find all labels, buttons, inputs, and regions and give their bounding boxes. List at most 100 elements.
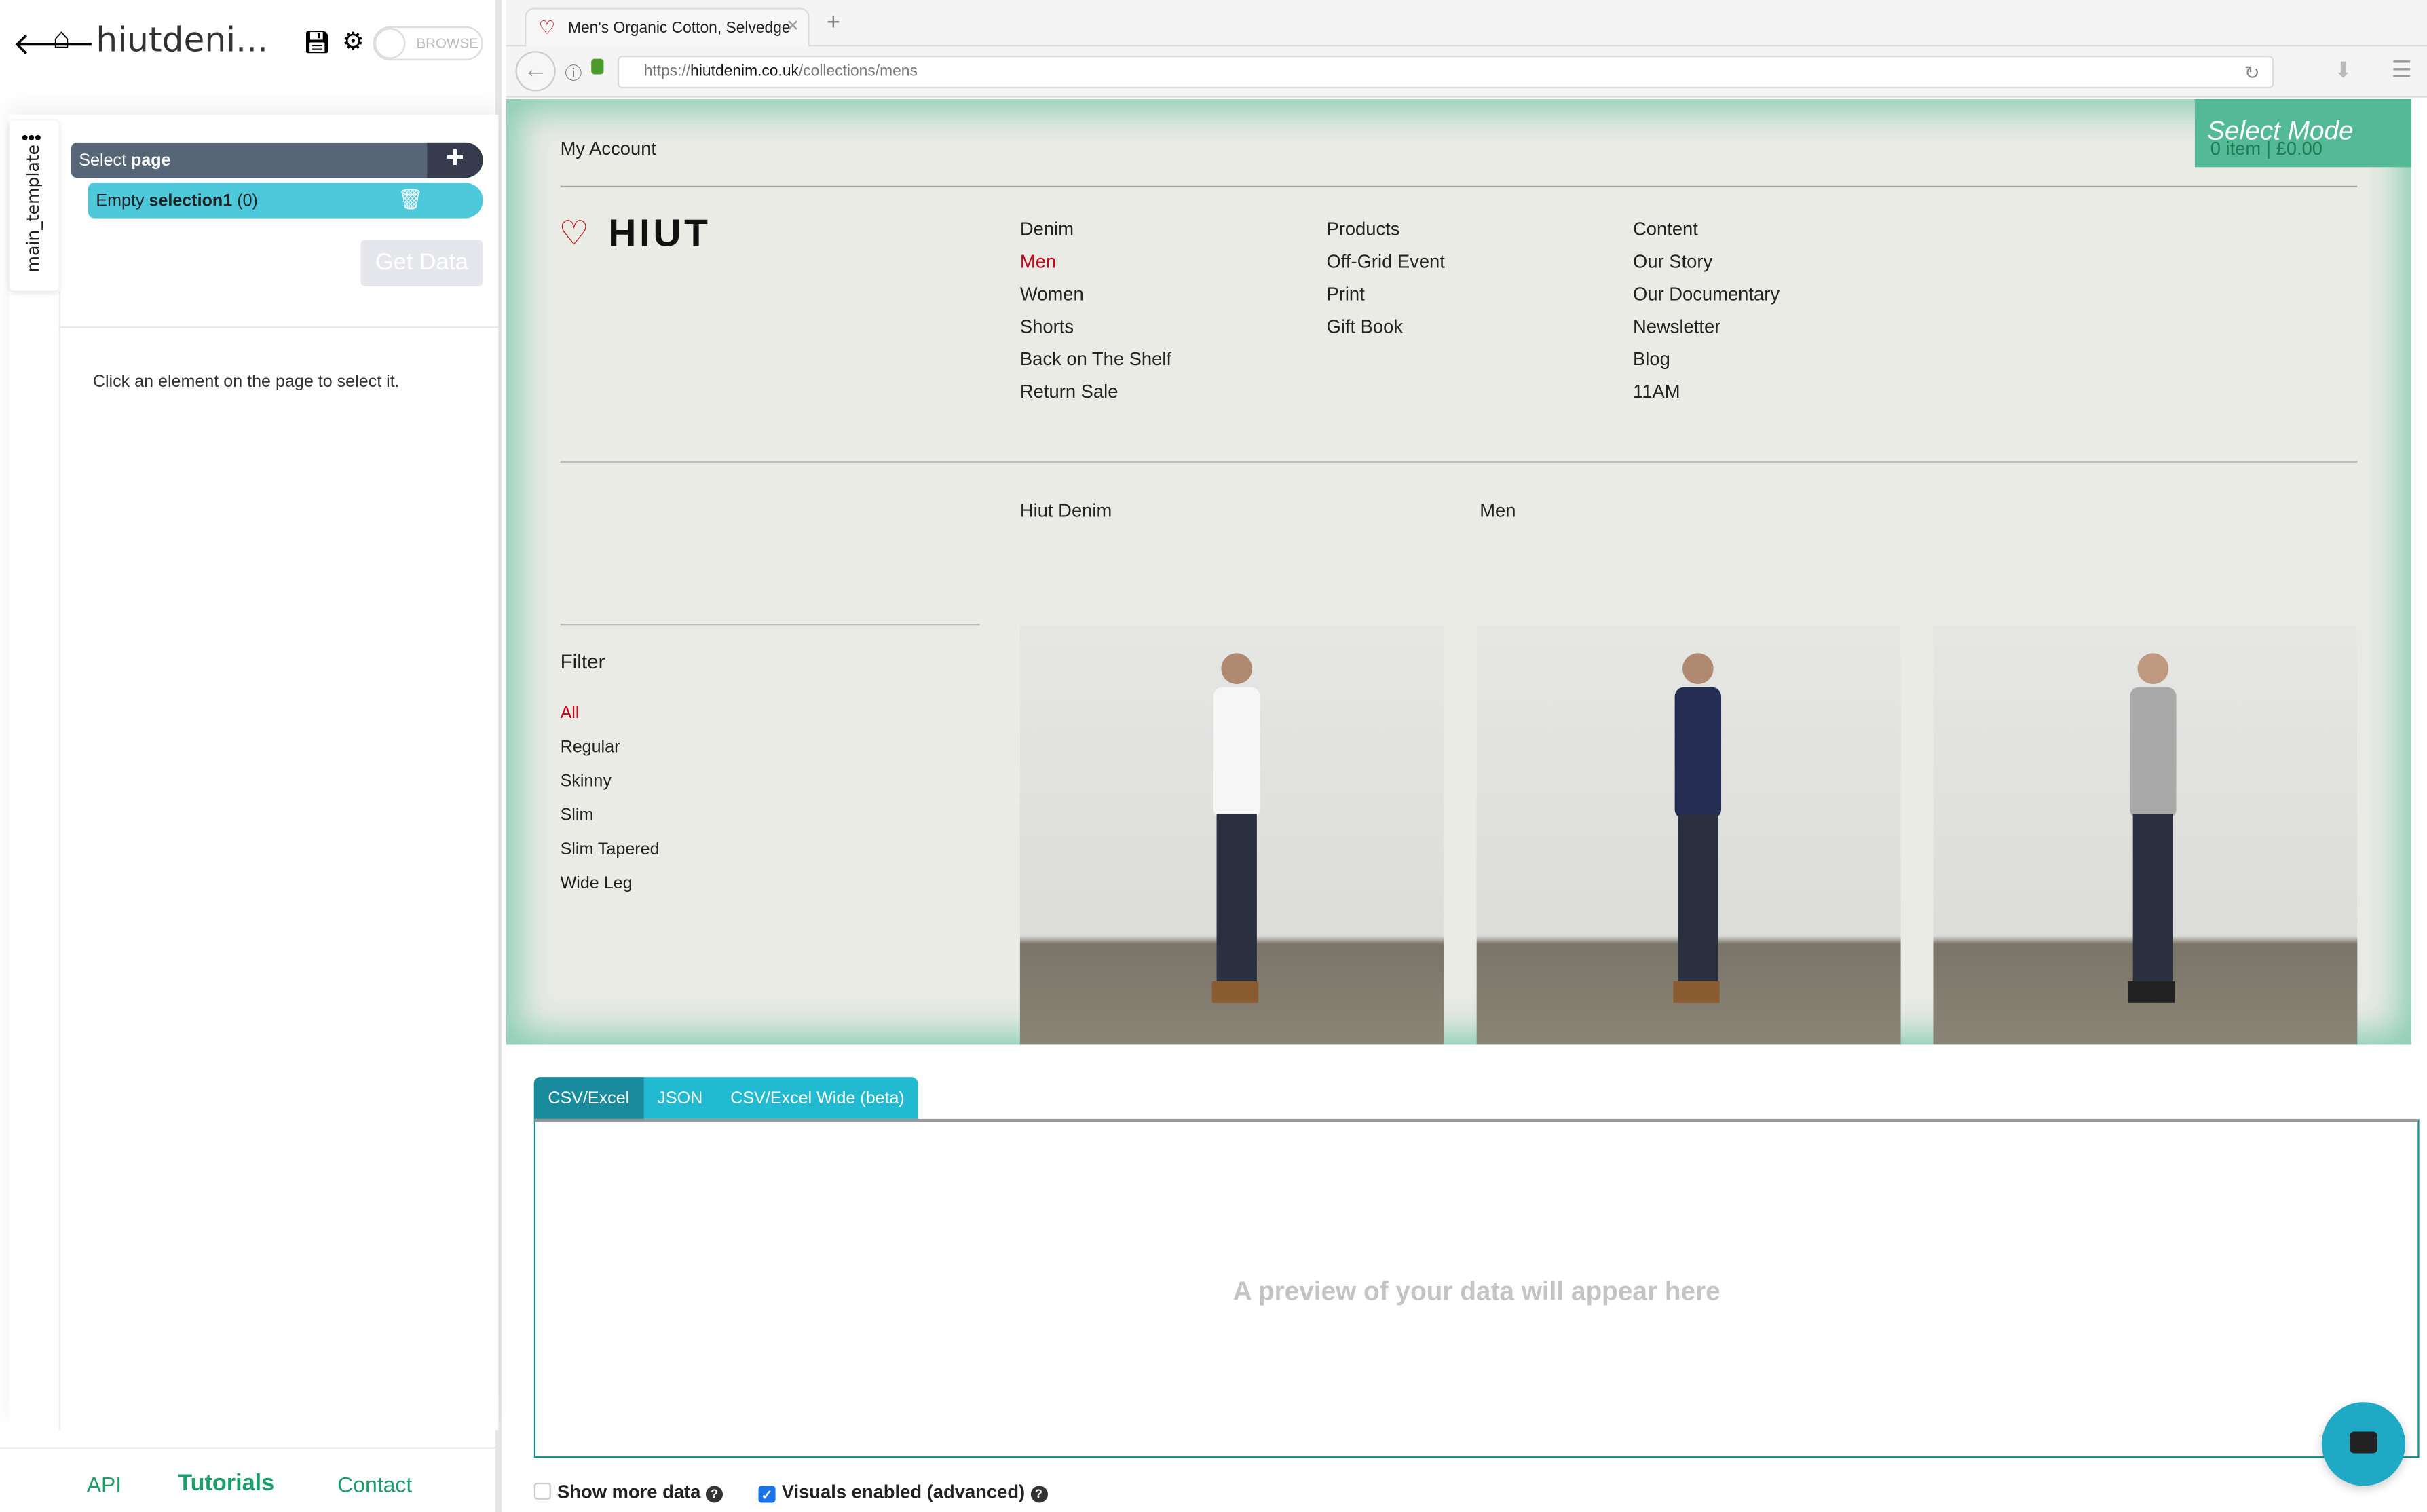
preview-placeholder: A preview of your data will appear here — [1233, 1277, 1720, 1306]
home-icon[interactable]: ⌂ — [53, 23, 71, 57]
new-tab-icon[interactable]: + — [827, 10, 840, 36]
nav-link[interactable]: Women — [1020, 283, 1084, 305]
close-tab-icon[interactable]: ✕ — [787, 18, 799, 35]
visuals-checkbox[interactable]: ✓ — [758, 1486, 776, 1503]
nav-link[interactable]: Blog — [1633, 348, 1670, 370]
divider — [58, 326, 499, 328]
breadcrumb-current: Men — [1480, 499, 1516, 522]
cart-status: 0 item | £0.00 — [2210, 137, 2323, 159]
select-target: page — [131, 151, 171, 170]
filter-option[interactable]: Regular — [561, 738, 620, 757]
footer: API Tutorials Contact — [0, 1447, 499, 1512]
filter-option[interactable]: Wide Leg — [561, 875, 633, 893]
url-bar[interactable]: https://hiutdenim.co.uk/collections/mens… — [617, 56, 2274, 88]
nav-link[interactable]: Print — [1326, 283, 1364, 305]
nav-link[interactable]: Denim — [1020, 219, 1074, 240]
nav-link[interactable]: Products — [1326, 219, 1399, 240]
browse-label: BROWSE — [416, 35, 478, 52]
results-panel: CSV/Excel JSON CSV/Excel Wide (beta) A p… — [506, 1054, 2427, 1512]
format-tabs: CSV/Excel JSON CSV/Excel Wide (beta) — [533, 1077, 919, 1119]
divider — [560, 624, 980, 626]
product-image[interactable] — [1019, 625, 1444, 1045]
tab-json[interactable]: JSON — [643, 1077, 717, 1119]
nav-link[interactable]: Content — [1633, 219, 1698, 240]
left-panel: 🡐 ⌂ hiutdeni... 💾︎ ⚙ BROWSE ••• main_tem… — [0, 0, 502, 1512]
chat-button[interactable] — [2321, 1402, 2406, 1486]
card-border — [58, 290, 60, 1431]
tab-title: Men's Organic Cotton, Selvedge — [567, 20, 791, 37]
download-icon[interactable]: ⬇ — [2334, 57, 2352, 83]
nav-link[interactable]: Back on The Shelf — [1020, 348, 1171, 370]
nav-link[interactable]: Gift Book — [1326, 316, 1403, 337]
my-account-link[interactable]: My Account — [561, 138, 656, 159]
reload-icon[interactable]: ↻ — [2244, 62, 2260, 83]
trash-icon[interactable]: 🗑︎ — [398, 187, 424, 212]
show-more-label: Show more data — [557, 1481, 701, 1503]
help-icon[interactable]: ? — [1030, 1486, 1047, 1503]
filter-title: Filter — [560, 649, 605, 674]
hiut-favicon-icon: ♡ — [538, 17, 556, 39]
tab-csv[interactable]: CSV/Excel — [533, 1077, 643, 1119]
filter-option[interactable]: Slim — [561, 806, 594, 825]
model-figure — [1211, 653, 1260, 1003]
url-prefix: https:// — [643, 63, 691, 81]
selection-count: (0) — [237, 191, 258, 211]
nav-bar: ← ⓘ https://hiutdenim.co.uk/collections/… — [506, 46, 2427, 98]
web-page: My Account Select Mode 0 item | £0.00 ♡ H… — [506, 98, 2412, 1045]
back-icon[interactable]: ← — [515, 51, 556, 92]
browser-window: ♡ Men's Organic Cotton, Selvedge ✕ + ← ⓘ… — [506, 0, 2427, 1512]
product-image[interactable] — [1933, 625, 2358, 1045]
nav-link[interactable]: Our Documentary — [1633, 283, 1780, 305]
nav-link[interactable]: Shorts — [1020, 316, 1074, 337]
select-prefix: Select — [79, 151, 127, 170]
selection-name: selection1 — [149, 191, 233, 211]
tab-csv-wide[interactable]: CSV/Excel Wide (beta) — [717, 1077, 919, 1119]
nav-link[interactable]: Off-Grid Event — [1326, 250, 1444, 272]
model-figure — [1673, 653, 1722, 1003]
project-title: hiutdeni... — [96, 21, 268, 60]
nav-link[interactable]: 11AM — [1633, 381, 1680, 402]
visuals-option[interactable]: ✓ Visuals enabled (advanced) ? — [758, 1481, 1047, 1503]
template-tab[interactable]: ••• main_template — [9, 120, 59, 291]
info-icon[interactable]: ⓘ — [565, 60, 582, 85]
url-host: hiutdenim.co.uk — [690, 63, 799, 81]
gear-icon[interactable]: ⚙ — [342, 26, 364, 58]
divider — [560, 185, 2358, 187]
api-link[interactable]: API — [87, 1472, 121, 1496]
save-icon[interactable]: 💾︎ — [303, 29, 331, 56]
product-image[interactable] — [1476, 625, 1901, 1045]
tutorials-link[interactable]: Tutorials — [178, 1471, 274, 1497]
help-icon[interactable]: ? — [706, 1486, 723, 1503]
menu-icon[interactable]: ☰ — [2392, 56, 2413, 83]
browser-tab[interactable]: ♡ Men's Organic Cotton, Selvedge ✕ — [525, 7, 810, 48]
filter-option[interactable]: Slim Tapered — [561, 840, 660, 858]
template-card — [9, 114, 499, 1431]
plus-icon[interactable]: + — [427, 142, 483, 178]
select-page-command[interactable]: Select page + — [71, 142, 483, 178]
lock-icon — [591, 58, 604, 75]
chat-icon — [2349, 1431, 2378, 1454]
show-more-checkbox[interactable] — [533, 1482, 551, 1500]
get-data-button[interactable]: Get Data — [360, 240, 483, 286]
selection-prefix: Empty — [96, 191, 145, 211]
data-preview: A preview of your data will appear here — [533, 1118, 2420, 1458]
browse-toggle[interactable]: BROWSE — [373, 26, 483, 60]
model-figure — [2128, 653, 2177, 1003]
filter-option[interactable]: All — [561, 704, 580, 723]
url-path: /collections/mens — [798, 63, 918, 81]
divider — [560, 461, 2358, 463]
filter-option[interactable]: Skinny — [561, 772, 612, 791]
breadcrumb-home[interactable]: Hiut Denim — [1020, 500, 1112, 522]
nav-link[interactable]: Newsletter — [1633, 316, 1720, 337]
nav-link[interactable]: Return Sale — [1020, 381, 1118, 402]
selection-command[interactable]: Empty selection1 (0) 🗑︎ — [88, 183, 483, 219]
show-more-option[interactable]: Show more data ? — [533, 1481, 723, 1503]
select-mode-banner: Select Mode 0 item | £0.00 — [2194, 98, 2412, 168]
hiut-logo[interactable]: HIUT — [608, 212, 711, 257]
nav-link[interactable]: Our Story — [1633, 250, 1712, 272]
tab-bar: ♡ Men's Organic Cotton, Selvedge ✕ + — [506, 0, 2427, 48]
contact-link[interactable]: Contact — [337, 1472, 412, 1496]
visuals-label: Visuals enabled (advanced) — [781, 1481, 1026, 1503]
nav-link[interactable]: Men — [1020, 250, 1056, 272]
template-name: main_template — [23, 144, 43, 273]
